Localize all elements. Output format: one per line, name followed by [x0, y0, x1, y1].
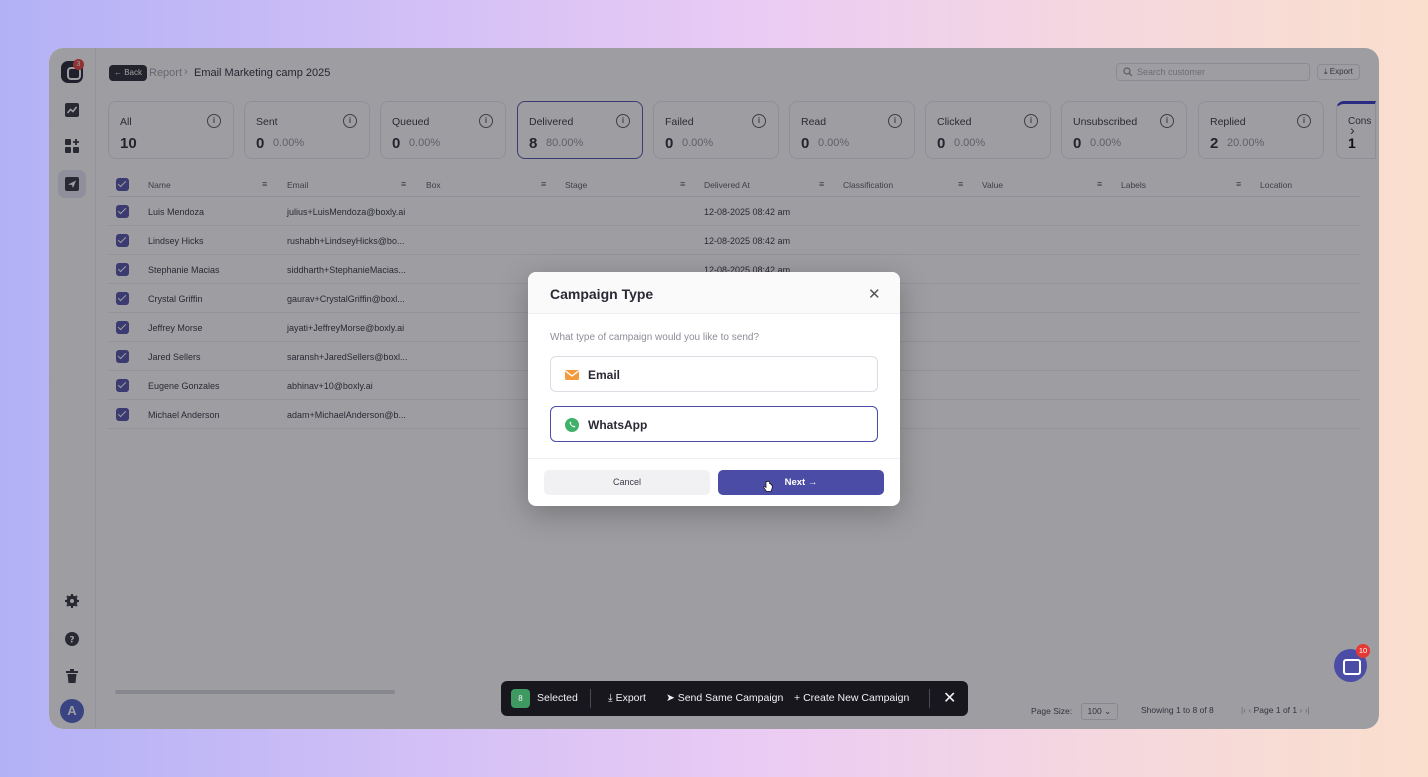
option-whatsapp[interactable]: WhatsApp [550, 406, 878, 442]
envelope-icon [565, 370, 579, 380]
send-same-campaign-button[interactable]: ➤ Send Same Campaign [666, 692, 783, 704]
plus-icon: + [794, 692, 804, 704]
divider [929, 689, 930, 708]
modal-footer-divider [528, 458, 900, 459]
send-same-campaign-label: Send Same Campaign [677, 692, 784, 704]
option-email[interactable]: Email [550, 356, 878, 392]
option-whatsapp-label: WhatsApp [588, 418, 648, 432]
selection-action-bar: 8 Selected ⤓ Export ➤ Send Same Campaign… [501, 681, 968, 716]
chat-badge: 10 [1356, 644, 1370, 658]
close-icon[interactable]: ✕ [868, 285, 881, 303]
send-icon: ➤ [666, 692, 678, 704]
cancel-button[interactable]: Cancel [544, 470, 710, 495]
selected-label: Selected [537, 692, 578, 704]
download-icon: ⤓ [608, 692, 616, 704]
bulk-export-label: Export [615, 692, 646, 704]
bulk-export-button[interactable]: ⤓ Export [608, 692, 646, 705]
whatsapp-icon [565, 418, 579, 432]
divider [590, 689, 591, 708]
campaign-type-modal: Campaign Type ✕ What type of campaign wo… [528, 272, 900, 506]
option-email-label: Email [588, 368, 621, 382]
close-icon[interactable]: ✕ [943, 688, 956, 708]
create-new-campaign-label: Create New Campaign [803, 692, 910, 704]
create-new-campaign-button[interactable]: + Create New Campaign [794, 692, 909, 704]
modal-question: What type of campaign would you like to … [550, 332, 760, 343]
modal-header: Campaign Type ✕ [528, 272, 900, 314]
next-button[interactable]: Next → [718, 470, 884, 495]
modal-title: Campaign Type [550, 286, 654, 302]
selected-count-badge: 8 [511, 689, 530, 708]
mouse-cursor-icon [763, 480, 773, 492]
